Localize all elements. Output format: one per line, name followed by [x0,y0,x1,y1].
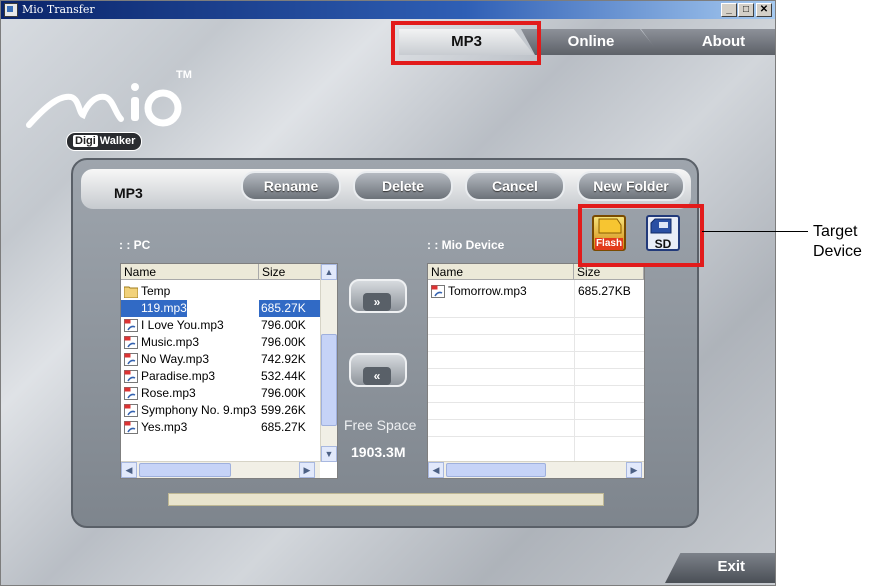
file-size: 532.44K [261,369,306,383]
title-bar[interactable]: Mio Transfer _ □ ✕ [1,1,775,19]
pc-size-column-header[interactable]: Size [259,264,321,280]
mio-logo [26,83,182,128]
maximize-button[interactable]: □ [738,3,754,17]
file-size: 685.27KB [578,284,631,298]
scroll-right-arrow-icon[interactable]: ▶ [299,462,315,478]
file-name: Music.mp3 [141,335,200,349]
target-device-callout: Target Device [813,222,862,262]
empty-row [428,368,644,386]
list-item[interactable]: Yes.mp3 685.27K [121,419,321,436]
callout-line [702,231,808,232]
scroll-down-arrow-icon[interactable]: ▼ [321,446,337,462]
pc-horizontal-scrollbar[interactable]: ◀ ▶ [121,461,320,478]
minimize-button[interactable]: _ [721,3,737,17]
list-item[interactable]: Tomorrow.mp3 685.27KB [428,283,644,300]
target-device-highlight [578,204,704,267]
scroll-left-arrow-icon[interactable]: ◀ [428,462,444,478]
file-size: 796.00K [261,335,306,349]
section-title: MP3 [114,185,143,201]
mp3-tab-highlight [391,21,541,65]
device-pane-label: : : Mio Device [427,238,505,252]
file-size: 796.00K [261,318,306,332]
tab-about[interactable]: About [641,29,775,55]
file-name: No Way.mp3 [141,352,210,366]
digiwalker-badge: Digi Walker [66,132,143,151]
file-size: 796.00K [261,386,306,400]
arrow-left-icon: « [363,367,391,385]
file-name: Temp [141,284,171,298]
device-horizontal-scrollbar[interactable]: ◀ ▶ [428,461,644,478]
cancel-button[interactable]: Cancel [465,171,565,201]
list-item[interactable]: 119.mp3 685.27K [121,300,321,317]
file-size [261,283,321,300]
empty-row [428,300,644,318]
file-size: 599.26K [261,403,306,417]
empty-row [428,351,644,369]
scroll-left-arrow-icon[interactable]: ◀ [121,462,137,478]
callout-line2: Device [813,243,862,260]
empty-row [428,385,644,403]
free-space-value: 1903.3M [351,444,406,460]
list-item[interactable]: Rose.mp3 796.00K [121,385,321,402]
column-divider [574,280,575,461]
empty-row [428,317,644,335]
empty-row [428,402,644,420]
scroll-thumb[interactable] [321,334,337,426]
exit-button[interactable]: Exit [665,553,775,583]
device-file-list[interactable]: Name Size Tomorrow.mp3 685.27KB ◀ ▶ [427,263,645,479]
pc-vertical-scrollbar[interactable]: ▲ ▼ [320,264,337,462]
pc-pane-label: : : PC [119,238,151,252]
file-name: Tomorrow.mp3 [448,284,527,298]
device-name-column-header[interactable]: Name [428,264,574,280]
trademark-label: TM [176,69,192,81]
file-name: I Love You.mp3 [141,318,224,332]
empty-row [428,334,644,352]
copy-to-pc-button[interactable]: « [349,353,407,387]
file-name: Paradise.mp3 [141,369,216,383]
callout-line1: Target [813,223,858,240]
window-title: Mio Transfer [22,3,95,16]
scroll-thumb[interactable] [446,463,546,477]
list-item[interactable]: Symphony No. 9.mp3 599.26K [121,402,321,419]
list-item[interactable]: Paradise.mp3 532.44K [121,368,321,385]
scroll-right-arrow-icon[interactable]: ▶ [626,462,642,478]
list-item[interactable]: I Love You.mp3 796.00K [121,317,321,334]
pc-file-list[interactable]: Name Size Temp 119.mp3 685.27K I Love Yo… [120,263,338,479]
new-folder-button[interactable]: New Folder [577,171,685,201]
list-item[interactable]: Temp [121,283,321,300]
file-name: Yes.mp3 [141,420,188,434]
file-name: 119.mp3 [121,300,187,317]
rename-button[interactable]: Rename [241,171,341,201]
file-size: 742.92K [261,352,306,366]
scroll-up-arrow-icon[interactable]: ▲ [321,264,337,280]
file-name: Symphony No. 9.mp3 [141,403,257,417]
app-icon [4,3,18,17]
list-item[interactable]: Music.mp3 796.00K [121,334,321,351]
tab-online[interactable]: Online [521,29,661,55]
list-item[interactable]: No Way.mp3 742.92K [121,351,321,368]
delete-button[interactable]: Delete [353,171,453,201]
arrow-right-icon: » [363,293,391,311]
copy-to-device-button[interactable]: » [349,279,407,313]
scroll-thumb[interactable] [139,463,231,477]
empty-row [428,419,644,437]
close-button[interactable]: ✕ [756,3,772,17]
file-size: 685.27K [261,420,306,434]
app-window: Mio Transfer _ □ ✕ MP3 Online About TM D… [0,0,776,586]
file-size: 685.27K [259,300,321,317]
transfer-progress-bar [168,493,604,506]
pc-name-column-header[interactable]: Name [121,264,259,280]
free-space-label: Free Space [344,417,417,433]
file-name: Rose.mp3 [141,386,196,400]
